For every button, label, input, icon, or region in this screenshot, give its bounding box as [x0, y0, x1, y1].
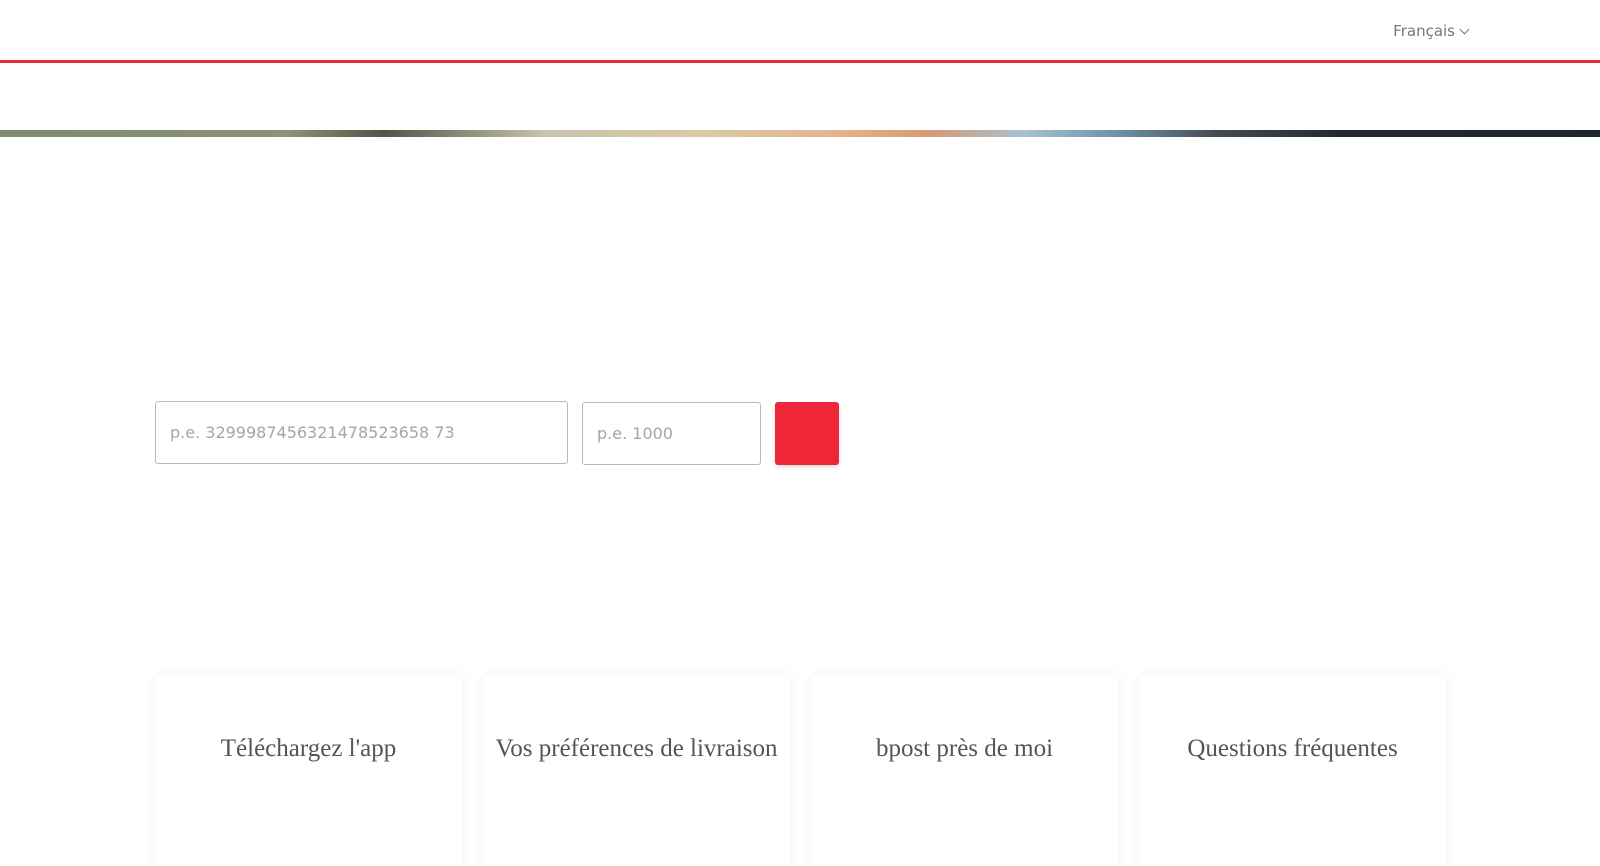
language-label: Français: [1393, 22, 1455, 40]
card-title: bpost près de moi: [875, 735, 1054, 762]
header-red-divider: [0, 60, 1600, 63]
card-delivery-preferences[interactable]: Vos préférences de livraison: [483, 675, 790, 866]
card-faq[interactable]: Questions fréquentes: [1139, 675, 1446, 866]
search-button[interactable]: [775, 402, 839, 465]
card-bpost-near-me[interactable]: bpost près de moi: [811, 675, 1118, 866]
card-download-app[interactable]: Téléchargez l'app: [155, 675, 462, 866]
page: Français Téléchargez l'app Vos préférenc…: [0, 0, 1600, 866]
hero-image-strip: [0, 130, 1600, 137]
postal-code-input[interactable]: [582, 402, 761, 465]
tracking-number-input[interactable]: [155, 401, 568, 464]
top-header: Français: [0, 0, 1600, 60]
language-selector[interactable]: Français: [1393, 22, 1470, 40]
card-title: Vos préférences de livraison: [495, 735, 778, 762]
chevron-down-icon: [1459, 24, 1470, 35]
card-title: Questions fréquentes: [1187, 735, 1398, 762]
quick-links: Téléchargez l'app Vos préférences de liv…: [155, 675, 1447, 866]
card-title: Téléchargez l'app: [220, 735, 397, 762]
